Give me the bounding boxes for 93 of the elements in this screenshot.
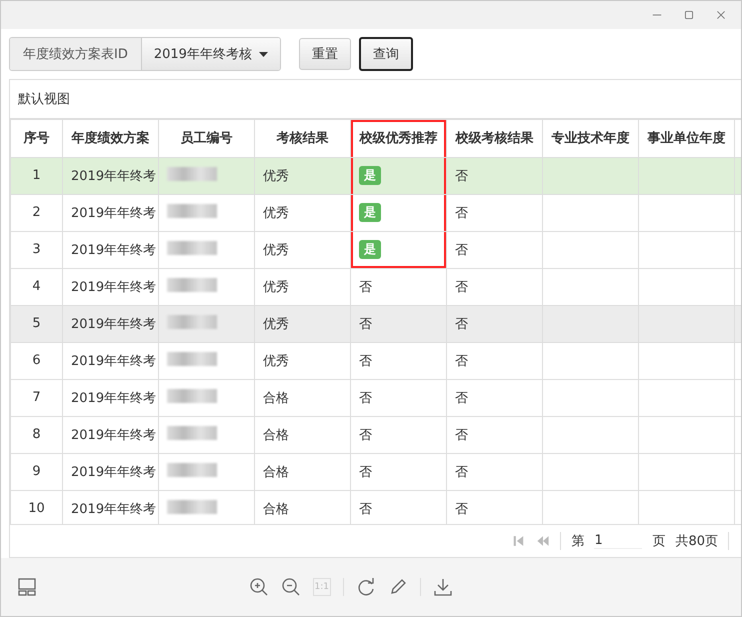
page-total: 共80页 <box>675 533 718 550</box>
table-cell: 2019年年终考 <box>62 379 158 416</box>
table-cell: 否 <box>359 428 372 443</box>
table-cell: 优秀 <box>254 342 350 380</box>
blurred-text <box>167 166 217 181</box>
table-cell: 否 <box>446 157 542 194</box>
column-header[interactable]: 年度绩效方案 <box>62 119 158 158</box>
table-cell: 否 <box>359 390 372 406</box>
table-cell: 合格 <box>254 453 350 490</box>
table-cell: 8 <box>10 416 62 454</box>
table-cell: 否 <box>446 453 542 490</box>
table-cell: 否 <box>446 268 542 306</box>
blurred-text <box>167 462 217 477</box>
status-badge: 是 <box>359 203 381 222</box>
table-row[interactable]: 8 2019年年终考 合格 否 否 <box>10 416 741 454</box>
table-cell: 优秀 <box>254 194 350 232</box>
table-cell: 否 <box>359 280 372 295</box>
status-badge: 是 <box>359 166 381 186</box>
field-label: 年度绩效方案表ID <box>10 38 142 70</box>
column-header[interactable]: 序号 <box>10 119 62 158</box>
reset-button[interactable]: 重置 <box>298 38 351 70</box>
blurred-text <box>167 500 217 514</box>
table-row[interactable]: 6 2019年年终考 优秀 否 否 <box>10 342 741 380</box>
panel-title: 默认视图 <box>18 90 70 108</box>
download-icon[interactable] <box>433 577 453 597</box>
page-label: 第 <box>571 533 584 550</box>
table-cell: 2019年年终考 <box>62 157 158 194</box>
table-row[interactable]: 3 2019年年终考 优秀 是 否 <box>10 231 741 268</box>
table-cell: 否 <box>446 379 542 416</box>
table-cell: 9 <box>10 453 62 490</box>
table-cell: 2019年年终考 <box>62 268 158 306</box>
table-cell: 1 <box>10 157 62 194</box>
column-header[interactable]: 校级优秀推荐 <box>350 119 446 158</box>
table-cell: 2019年年终考 <box>62 416 158 454</box>
blurred-text <box>167 204 217 218</box>
plan-dropdown[interactable]: 2019年年终考核 <box>142 38 280 70</box>
table-cell: 否 <box>359 464 372 480</box>
table-cell: 否 <box>446 305 542 342</box>
table-cell: 3 <box>10 231 62 268</box>
table-cell: 2 <box>10 194 62 232</box>
table-cell: 4 <box>10 268 62 306</box>
blurred-text <box>167 388 217 403</box>
table-row[interactable]: 2 2019年年终考 优秀 是 否 <box>10 194 741 232</box>
status-badge: 是 <box>359 240 381 260</box>
table-row[interactable]: 5 2019年年终考 优秀 否 否 <box>10 305 741 342</box>
table-cell: 10 <box>10 490 62 524</box>
table-cell: 优秀 <box>254 157 350 194</box>
table-cell: 否 <box>446 342 542 380</box>
table-cell: 否 <box>446 416 542 454</box>
rotate-icon[interactable] <box>356 577 376 597</box>
zoom-in-icon[interactable] <box>248 577 269 597</box>
table-cell: 2019年年终考 <box>62 453 158 490</box>
table-cell: 否 <box>359 502 372 517</box>
table-cell: 2019年年终考 <box>62 231 158 268</box>
table-cell: 否 <box>446 194 542 232</box>
table-cell: 2019年年终考 <box>62 305 158 342</box>
page-label: 页 <box>652 533 666 550</box>
table-cell: 合格 <box>254 416 350 454</box>
table-cell: 2019年年终考 <box>62 194 158 232</box>
blurred-text <box>167 240 217 255</box>
table-cell: 7 <box>10 379 62 416</box>
table-row[interactable]: 10 2019年年终考 合格 否 否 <box>10 490 741 524</box>
table-cell: 否 <box>446 231 542 268</box>
table-cell: 否 <box>359 316 372 332</box>
table-row[interactable]: 4 2019年年终考 优秀 否 否 <box>10 268 741 306</box>
column-header[interactable]: 事业单位年度 <box>638 119 734 158</box>
table-cell: 优秀 <box>254 268 350 306</box>
table-row[interactable]: 9 2019年年终考 合格 否 否 <box>10 453 741 490</box>
blurred-text <box>167 314 217 329</box>
table-cell: 合格 <box>254 379 350 416</box>
table-row[interactable]: 7 2019年年终考 合格 否 否 <box>10 379 741 416</box>
blurred-text <box>167 352 217 366</box>
table-cell: 否 <box>359 354 372 369</box>
table-cell: 优秀 <box>254 231 350 268</box>
zoom-out-icon[interactable] <box>280 577 301 597</box>
table-row[interactable]: 1 2019年年终考 优秀 是 否 <box>10 157 741 194</box>
close-icon[interactable] <box>715 9 727 21</box>
column-header[interactable]: 校级考核结果 <box>446 119 542 158</box>
layout-icon[interactable] <box>17 577 37 597</box>
maximize-icon[interactable] <box>683 9 695 21</box>
caret-icon <box>258 52 268 56</box>
blurred-text <box>167 278 217 292</box>
pencil-icon[interactable] <box>388 577 408 597</box>
table-cell: 6 <box>10 342 62 380</box>
page-input[interactable]: 1 <box>594 533 642 550</box>
column-header[interactable]: 考核结果 <box>254 119 350 158</box>
query-button[interactable]: 查询 <box>358 37 413 71</box>
table-cell: 5 <box>10 305 62 342</box>
table-cell: 优秀 <box>254 305 350 342</box>
column-header[interactable]: 专业技术年度 <box>542 119 638 158</box>
blurred-text <box>167 426 217 440</box>
table-cell: 2019年年终考 <box>62 342 158 380</box>
column-header[interactable]: 员工编号 <box>158 119 254 158</box>
